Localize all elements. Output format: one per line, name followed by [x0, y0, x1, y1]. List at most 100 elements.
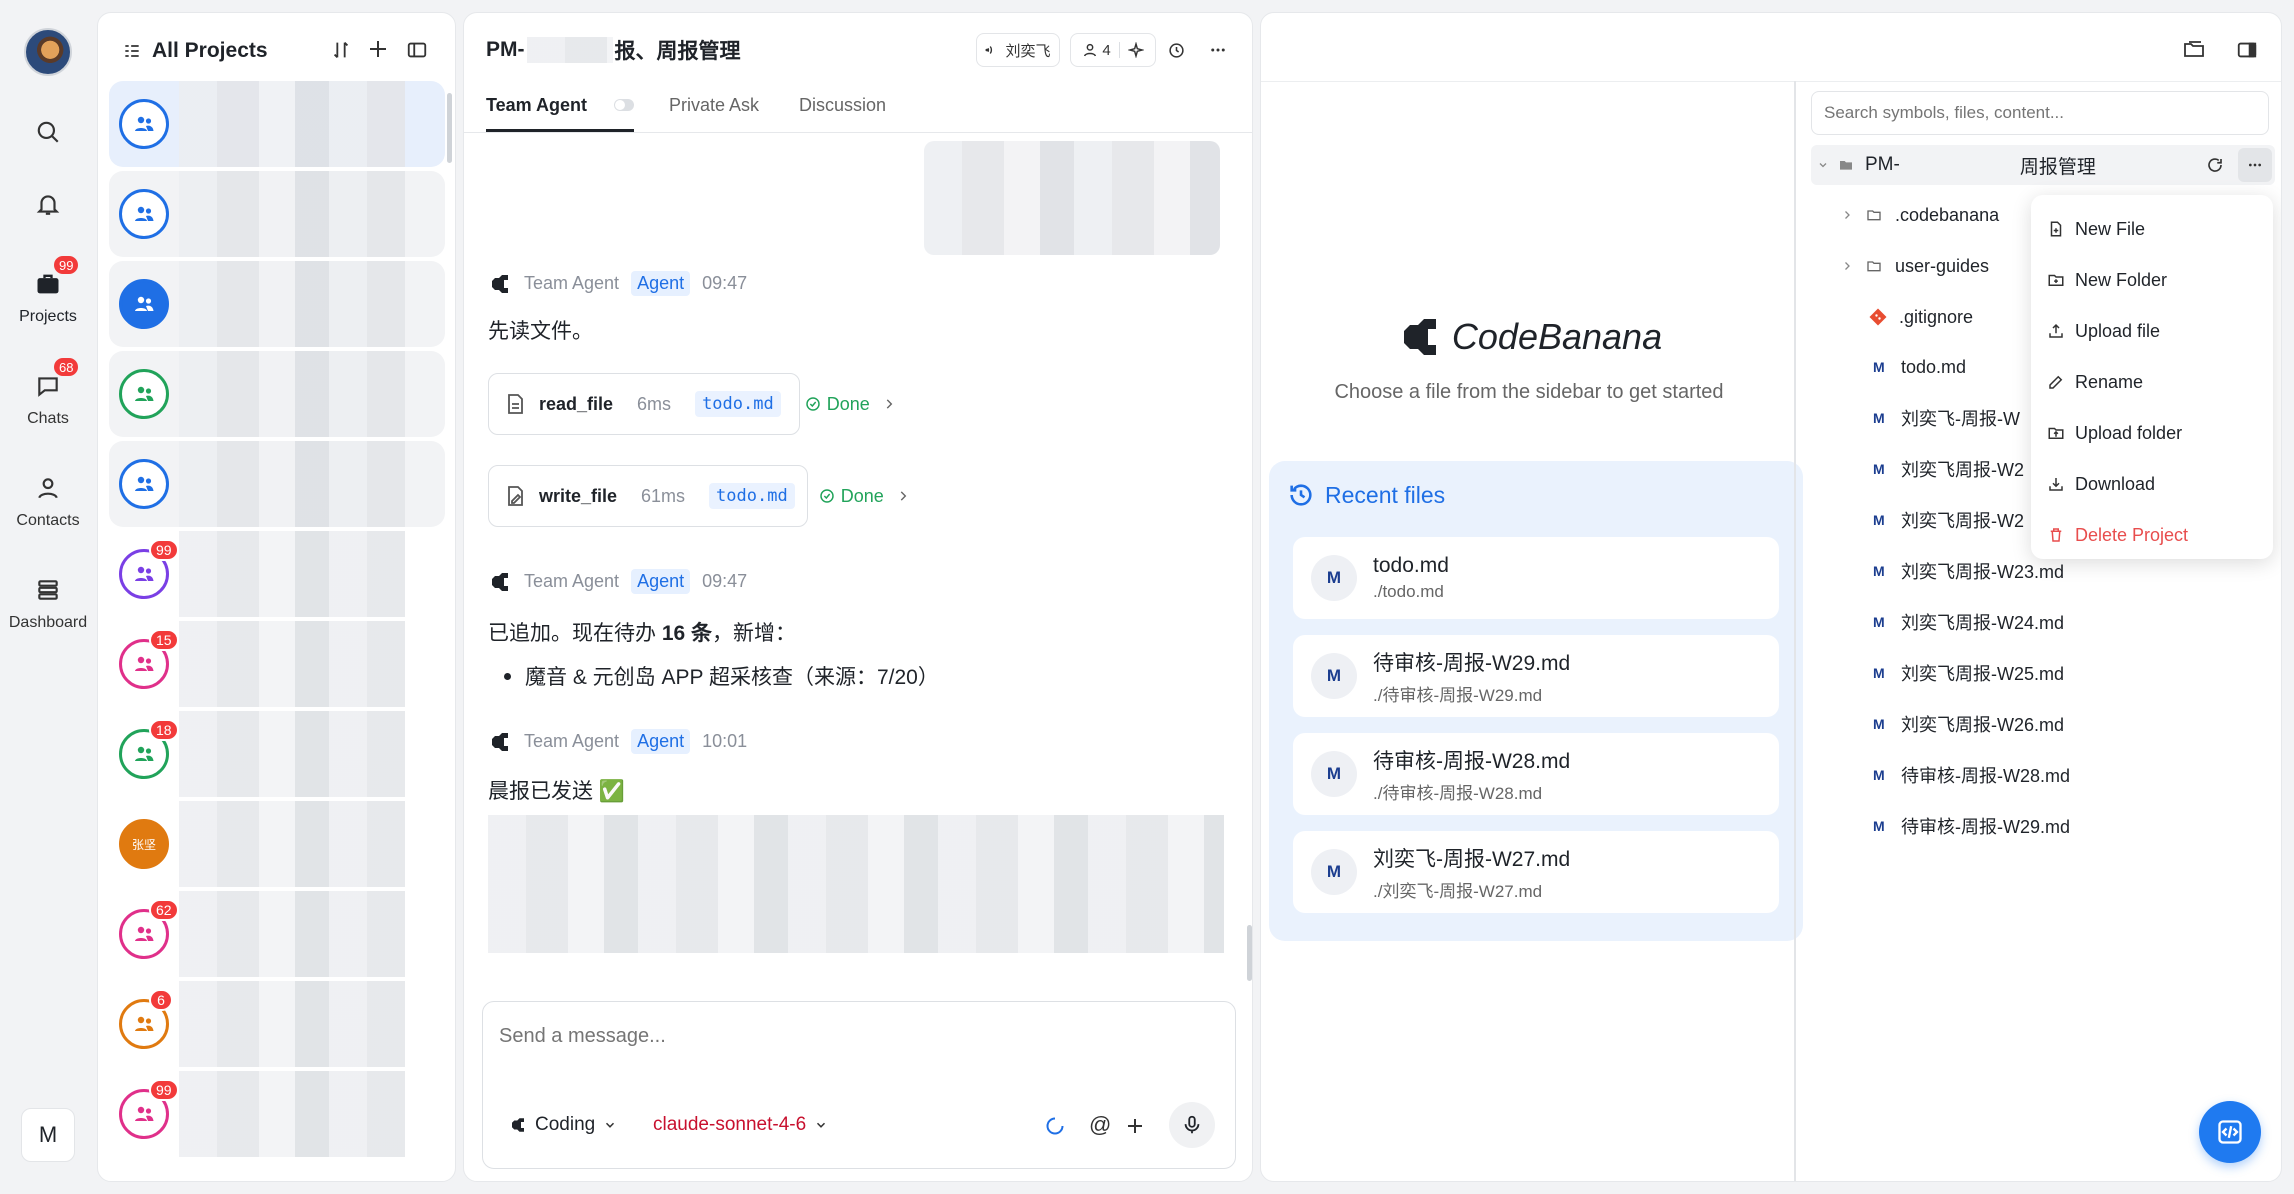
toggle-sidebar-icon[interactable]: [2235, 39, 2259, 61]
project-row[interactable]: 62: [109, 891, 445, 977]
tree-file[interactable]: Mtodo.md: [1873, 347, 1966, 387]
model-selector[interactable]: claude-sonnet-4-6: [653, 1114, 828, 1136]
project-row[interactable]: [109, 261, 445, 347]
list-icon: [122, 41, 142, 61]
redacted-project-name: [179, 801, 405, 887]
project-row[interactable]: [109, 81, 445, 167]
tree-file[interactable]: M 刘奕飞周报-W24.md: [1873, 602, 2064, 642]
menu-item-new-folder[interactable]: New Folder: [2047, 260, 2167, 300]
menu-item-upload-folder[interactable]: Upload folder: [2047, 413, 2182, 453]
brand-logo: CodeBanana: [1396, 313, 1662, 361]
project-row[interactable]: 99: [109, 531, 445, 617]
agent-toggle[interactable]: [614, 99, 634, 111]
agent-logo-icon: [488, 570, 512, 594]
rail-search[interactable]: [0, 114, 96, 150]
tree-file[interactable]: M 待审核-周报-W29.md: [1873, 806, 2070, 846]
message-input[interactable]: [499, 1018, 1199, 1054]
rail-dashboard[interactable]: Dashboard: [0, 572, 96, 632]
project-row[interactable]: 6: [109, 981, 445, 1067]
voice-user-button[interactable]: 刘奕飞: [976, 33, 1060, 67]
tree-file-gitignore[interactable]: .gitignore: [1869, 297, 1973, 337]
empty-state: CodeBanana Choose a file from the sideba…: [1261, 313, 1797, 404]
tool-call-read-file[interactable]: read_file 6ms todo.md Done: [488, 373, 893, 435]
recent-file-item[interactable]: M 待审核-周报-W28.md ./待审核-周报-W28.md: [1293, 733, 1779, 815]
menu-item-label: Upload file: [2075, 320, 2161, 341]
tree-file[interactable]: M 刘奕飞周报-W2: [1873, 500, 2024, 540]
history-button[interactable]: [1156, 33, 1196, 67]
codebanana-logo-icon: [1396, 313, 1444, 361]
project-row[interactable]: 18: [109, 711, 445, 797]
project-row[interactable]: [109, 441, 445, 527]
group-icon: [132, 112, 156, 136]
tool-name: read_file: [539, 393, 614, 414]
message-text: 晨报已发送 ✅: [488, 780, 625, 803]
add-project-icon[interactable]: [366, 37, 390, 61]
refresh-icon[interactable]: [2206, 156, 2224, 174]
chat-title: PM- 报、周报管理: [486, 35, 741, 65]
rail-notifications[interactable]: [0, 186, 96, 222]
voice-input-button[interactable]: [1169, 1102, 1215, 1148]
tree-folder[interactable]: .codebanana: [1841, 195, 1999, 235]
menu-item-delete-project[interactable]: Delete Project: [2047, 515, 2188, 555]
tab-discussion[interactable]: Discussion: [799, 95, 886, 116]
message-bullet: 魔音 & 元创岛 APP 超采核查（来源：7/20）: [504, 661, 939, 691]
recent-file-item[interactable]: Mtodo.md ./todo.md: [1293, 537, 1779, 619]
tree-file[interactable]: M 刘奕飞周报-W25.md: [1873, 653, 2064, 693]
tool-status-label: Done: [840, 485, 884, 506]
rail-projects[interactable]: 99 Projects: [0, 254, 96, 326]
tab-team-agent[interactable]: Team Agent: [486, 95, 587, 116]
group-icon: [132, 652, 156, 676]
redacted-block: [526, 37, 613, 63]
recent-file-item[interactable]: M 待审核-周报-W29.md ./待审核-周报-W29.md: [1293, 635, 1779, 717]
member-count: 4: [1102, 41, 1111, 59]
chat-more-button[interactable]: [1198, 33, 1238, 67]
upload-folder-icon: [2047, 424, 2065, 442]
menu-item-new-file[interactable]: New File: [2047, 209, 2145, 249]
rail-contacts[interactable]: Contacts: [0, 470, 96, 530]
sort-icon[interactable]: [330, 39, 352, 61]
project-row[interactable]: 99: [109, 1071, 445, 1157]
menu-item-upload-file[interactable]: Upload file: [2047, 311, 2160, 351]
loading-spinner-icon: [1045, 1116, 1065, 1136]
collapse-panel-icon[interactable]: [406, 39, 428, 61]
folder-open-icon[interactable]: [2181, 37, 2207, 61]
file-edit-icon: [503, 484, 527, 508]
user-avatar[interactable]: [24, 28, 72, 76]
project-row[interactable]: 张坚: [109, 801, 445, 887]
tool-status: Done: [819, 486, 884, 507]
menu-item-rename[interactable]: Rename: [2047, 362, 2143, 402]
tree-file[interactable]: M 待审核-周报-W28.md: [1873, 755, 2070, 795]
project-row[interactable]: 15: [109, 621, 445, 707]
tree-root[interactable]: PM- 周报管理: [1811, 145, 2275, 185]
tool-duration: 61ms: [641, 485, 686, 506]
code-view-button[interactable]: [2199, 1101, 2261, 1163]
mode-selector[interactable]: Coding: [509, 1114, 617, 1136]
recent-file-item[interactable]: M 刘奕飞-周报-W27.md ./刘奕飞-周报-W27.md: [1293, 831, 1779, 913]
mention-icon[interactable]: @: [1089, 1112, 1111, 1138]
projects-scrollbar[interactable]: [447, 93, 452, 163]
menu-item-download[interactable]: Download: [2047, 464, 2155, 504]
project-row[interactable]: [109, 351, 445, 437]
tree-file[interactable]: M 刘奕飞周报-W26.md: [1873, 704, 2064, 744]
trash-icon: [2047, 526, 2065, 544]
project-avatar: 张坚: [119, 819, 169, 869]
explorer-search-input[interactable]: [1811, 91, 2269, 135]
project-unread-badge: 62: [149, 899, 179, 921]
root-more-button[interactable]: [2238, 148, 2272, 182]
folder-icon: [1865, 258, 1883, 274]
members-button[interactable]: 4: [1070, 33, 1156, 67]
sparkle-icon[interactable]: [1127, 42, 1144, 58]
project-unread-badge: 15: [149, 629, 179, 651]
tree-folder[interactable]: user-guides: [1841, 246, 1989, 286]
tree-file[interactable]: M 刘奕飞周报-W23.md: [1873, 551, 2064, 591]
user-initial-button[interactable]: M: [21, 1108, 75, 1162]
tree-file[interactable]: M 刘奕飞周报-W2: [1873, 449, 2024, 489]
rail-chats[interactable]: 68 Chats: [0, 356, 96, 428]
tool-call-write-file[interactable]: write_file 61ms todo.md Done: [488, 465, 907, 527]
attach-plus-icon[interactable]: [1123, 1114, 1147, 1138]
project-row[interactable]: [109, 171, 445, 257]
agent-tag: Agent: [631, 729, 691, 754]
tree-file[interactable]: M 刘奕飞-周报-W: [1873, 398, 2020, 438]
chat-scrollbar[interactable]: [1247, 925, 1252, 981]
tab-private-ask[interactable]: Private Ask: [669, 95, 759, 116]
